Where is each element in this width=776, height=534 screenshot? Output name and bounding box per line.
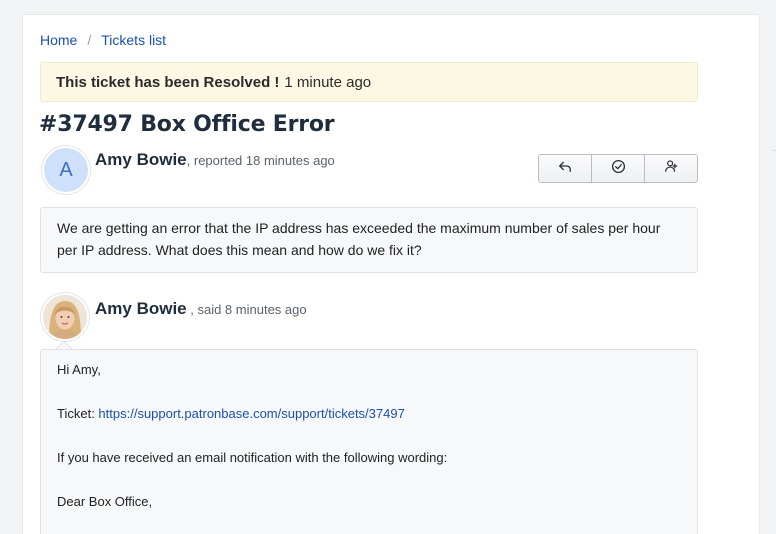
ticket-description: We are getting an error that the IP addr… [40, 207, 698, 273]
resolve-check-icon [611, 159, 626, 179]
responder-meta: , said 8 minutes ago [186, 302, 307, 317]
resolved-alert: This ticket has been Resolved ! 1 minute… [40, 62, 698, 102]
breadcrumb-tickets-list-link[interactable]: Tickets list [101, 32, 166, 48]
reply-button[interactable] [539, 155, 592, 182]
assign-user-icon [664, 159, 678, 178]
responder-name[interactable]: Amy Bowie [95, 299, 187, 318]
breadcrumb: Home / Tickets list [40, 32, 166, 48]
reply-icon [558, 159, 572, 178]
avatar-photo-image [43, 295, 87, 339]
responder-avatar [41, 293, 89, 341]
ticket-link[interactable]: https://support.patronbase.com/support/t… [98, 406, 404, 421]
divider [772, 150, 776, 151]
reply-paragraph: If you have received an email notificati… [57, 450, 448, 465]
reporter-avatar: A [42, 146, 90, 194]
avatar-initial: A [59, 158, 73, 181]
reporter-meta: , reported 18 minutes ago [186, 153, 335, 168]
assign-button[interactable] [645, 155, 697, 182]
breadcrumb-separator: / [87, 32, 92, 48]
breadcrumb-home-link[interactable]: Home [40, 32, 77, 48]
resolve-button[interactable] [592, 155, 645, 182]
reply-greeting: Hi Amy, [57, 362, 101, 377]
description-text: We are getting an error that the IP addr… [57, 220, 661, 258]
reporter-name[interactable]: Amy Bowie [95, 150, 187, 169]
reporter-line: Amy Bowie, reported 18 minutes ago [95, 150, 335, 170]
reply-quote-start: Dear Box Office, [57, 494, 153, 509]
alert-time: 1 minute ago [284, 73, 372, 91]
page-title: #37497 Box Office Error [39, 112, 335, 137]
responder-line: Amy Bowie , said 8 minutes ago [95, 299, 307, 319]
ticket-actions-group [538, 154, 698, 183]
reply-ticket-label: Ticket: [57, 406, 99, 421]
reply-ticket-line: Ticket: https://support.patronbase.com/s… [57, 403, 681, 425]
alert-status-text: This ticket has been Resolved ! [56, 73, 280, 91]
reply-message: Hi Amy, Ticket: https://support.patronba… [40, 349, 698, 534]
